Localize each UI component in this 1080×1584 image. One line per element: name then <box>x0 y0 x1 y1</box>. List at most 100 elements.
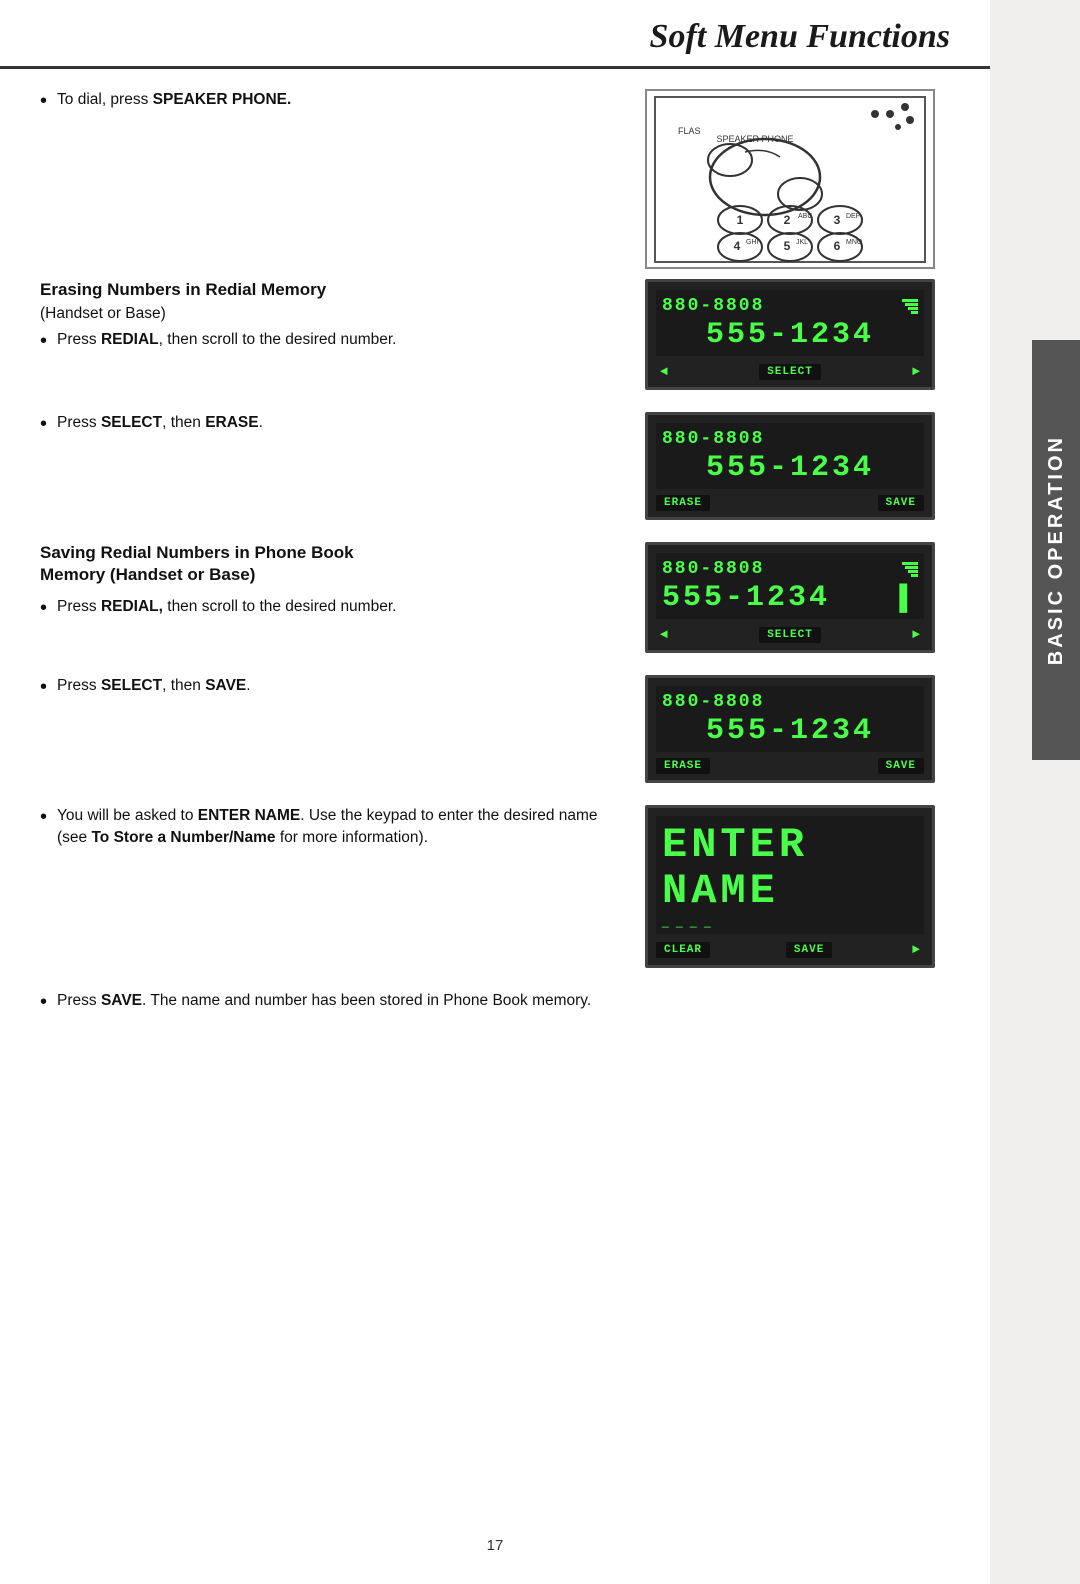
lcd3-top-text: 880-8808 <box>662 559 764 579</box>
spacer-5 <box>40 978 950 990</box>
speaker-phone-text: To dial, press SPEAKER PHONE. <box>57 89 610 111</box>
svg-text:DEF: DEF <box>846 213 860 220</box>
erasing-step1-text: Press REDIAL, then scroll to the desired… <box>57 329 610 351</box>
lcd3-softkeys: ◄ SELECT ► <box>656 623 924 644</box>
bullet-dot-7: • <box>40 990 47 1014</box>
lcd-screen-5: ENTER NAME _ _ _ _ CLEAR SAVE ► <box>645 805 935 968</box>
signal-bar-5 <box>902 562 918 565</box>
signal-bar-8 <box>911 574 918 577</box>
lcd5-enter-name: ENTER NAME <box>662 822 918 914</box>
lcd1-softkeys: ◄ SELECT ► <box>656 360 924 381</box>
lcd3-col: 880-8808 555-1234 ▌ <box>630 542 950 653</box>
lcd5-screen-inner: ENTER NAME _ _ _ _ <box>656 816 924 934</box>
svg-text:SPEAKER PHONE: SPEAKER PHONE <box>716 134 793 144</box>
title-bar: Soft Menu Functions <box>0 0 990 69</box>
lcd2-right-key: SAVE <box>878 495 924 511</box>
erasing-subheading: (Handset or Base) <box>40 305 610 323</box>
bullet-dot-3: • <box>40 412 47 436</box>
svg-text:6: 6 <box>834 239 841 253</box>
saving-step1: • Press REDIAL, then scroll to the desir… <box>40 596 610 620</box>
side-tab: BASIC OPERATION <box>1032 340 1080 760</box>
lcd1-center-key: SELECT <box>759 364 821 380</box>
lcd3-number-text: 555-1234 <box>662 581 830 615</box>
lcd4-right-key: SAVE <box>878 758 924 774</box>
signal-bar-4 <box>911 311 918 314</box>
signal-bar-6 <box>905 566 918 569</box>
signal-bar-2 <box>905 303 918 306</box>
erasing-heading: Erasing Numbers in Redial Memory <box>40 279 610 301</box>
page-content: Soft Menu Functions • To dial, press SPE… <box>0 0 990 1584</box>
bullet-dot-4: • <box>40 596 47 620</box>
lcd-screen-3: 880-8808 555-1234 ▌ <box>645 542 935 653</box>
saving-step3-text: You will be asked to ENTER NAME. Use the… <box>57 805 610 850</box>
bullet-dot-6: • <box>40 805 47 829</box>
lcd5-right-key: ► <box>908 940 924 959</box>
signal-bar-7 <box>908 570 918 573</box>
svg-text:ABC: ABC <box>798 213 812 220</box>
saving-step3-left: • You will be asked to ENTER NAME. Use t… <box>40 805 630 856</box>
spacer-3 <box>40 663 950 675</box>
svg-text:3: 3 <box>834 213 841 227</box>
speaker-phone-row: • To dial, press SPEAKER PHONE. <box>40 89 950 269</box>
saving-step2-left: • Press SELECT, then SAVE. <box>40 675 630 705</box>
erasing-step2-row: • Press SELECT, then ERASE. 880-8808 555… <box>40 412 950 520</box>
lcd1-top-line: 880-8808 <box>662 296 918 316</box>
saving-step4-text: Press SAVE. The name and number has been… <box>57 990 610 1012</box>
spacer-2 <box>40 530 950 542</box>
lcd2-top-line: 880-8808 <box>662 429 918 449</box>
saving-step3-row: • You will be asked to ENTER NAME. Use t… <box>40 805 950 968</box>
lcd1-screen-inner: 880-8808 555-1234 <box>656 290 924 356</box>
lcd2-top-text: 880-8808 <box>662 429 764 449</box>
bullet-dot-2: • <box>40 329 47 353</box>
svg-text:FLAS: FLAS <box>678 126 701 136</box>
lcd1-left-key: ◄ <box>656 362 672 381</box>
bullet-dot-5: • <box>40 675 47 699</box>
lcd4-number: 555-1234 <box>662 714 918 748</box>
page-title: Soft Menu Functions <box>40 18 950 56</box>
lcd3-screen-inner: 880-8808 555-1234 ▌ <box>656 553 924 619</box>
lcd5-softkeys: CLEAR SAVE ► <box>656 938 924 959</box>
lcd5-center-key: SAVE <box>786 942 832 958</box>
erasing-step2-text: Press SELECT, then ERASE. <box>57 412 610 434</box>
lcd4-top-line: 880-8808 <box>662 692 918 712</box>
lcd4-col: 880-8808 555-1234 ERASE SAVE <box>630 675 950 783</box>
main-content: • To dial, press SPEAKER PHONE. <box>0 69 990 1050</box>
saving-step2: • Press SELECT, then SAVE. <box>40 675 610 699</box>
lcd5-col: ENTER NAME _ _ _ _ CLEAR SAVE ► <box>630 805 950 968</box>
lcd2-left-key: ERASE <box>656 495 710 511</box>
lcd3-signal <box>902 562 918 577</box>
lcd1-top-text: 880-8808 <box>662 296 764 316</box>
saving-step4-left: • Press SAVE. The name and number has be… <box>40 990 630 1020</box>
erasing-heading-row: Erasing Numbers in Redial Memory (Handse… <box>40 279 950 390</box>
svg-text:2: 2 <box>784 213 791 227</box>
lcd1-number: 555-1234 <box>662 318 918 352</box>
erasing-step2: • Press SELECT, then ERASE. <box>40 412 610 436</box>
saving-heading-row: Saving Redial Numbers in Phone BookMemor… <box>40 542 950 653</box>
saving-step4: • Press SAVE. The name and number has be… <box>40 990 610 1014</box>
lcd3-number: 555-1234 ▌ <box>662 581 918 615</box>
saving-heading-left: Saving Redial Numbers in Phone BookMemor… <box>40 542 630 626</box>
saving-step1-text: Press REDIAL, then scroll to the desired… <box>57 596 610 618</box>
side-tab-label: BASIC OPERATION <box>1045 435 1068 665</box>
saving-heading: Saving Redial Numbers in Phone BookMemor… <box>40 542 610 586</box>
speaker-phone-bullet: • To dial, press SPEAKER PHONE. <box>40 89 610 113</box>
lcd4-screen-inner: 880-8808 555-1234 <box>656 686 924 752</box>
bullet-dot-1: • <box>40 89 47 113</box>
lcd3-left-key: ◄ <box>656 625 672 644</box>
lcd2-col: 880-8808 555-1234 ERASE SAVE <box>630 412 950 520</box>
lcd2-number: 555-1234 <box>662 451 918 485</box>
lcd1-signal <box>902 299 918 314</box>
lcd3-cursor: ▌ <box>899 583 918 613</box>
page-number: 17 <box>0 1527 990 1564</box>
saving-step2-row: • Press SELECT, then SAVE. 880-8808 555-… <box>40 675 950 783</box>
speaker-phone-left: • To dial, press SPEAKER PHONE. <box>40 89 630 119</box>
svg-text:MNO: MNO <box>846 239 863 246</box>
svg-text:JKL: JKL <box>796 239 808 246</box>
lcd1-right-key: ► <box>908 362 924 381</box>
lcd-screen-2: 880-8808 555-1234 ERASE SAVE <box>645 412 935 520</box>
lcd-screen-4: 880-8808 555-1234 ERASE SAVE <box>645 675 935 783</box>
lcd4-top-text: 880-8808 <box>662 692 764 712</box>
erasing-step1: • Press REDIAL, then scroll to the desir… <box>40 329 610 353</box>
signal-bar-1 <box>902 299 918 302</box>
phone-diagram-col: SPEAKER PHONE FLAS 1 <box>630 89 950 269</box>
